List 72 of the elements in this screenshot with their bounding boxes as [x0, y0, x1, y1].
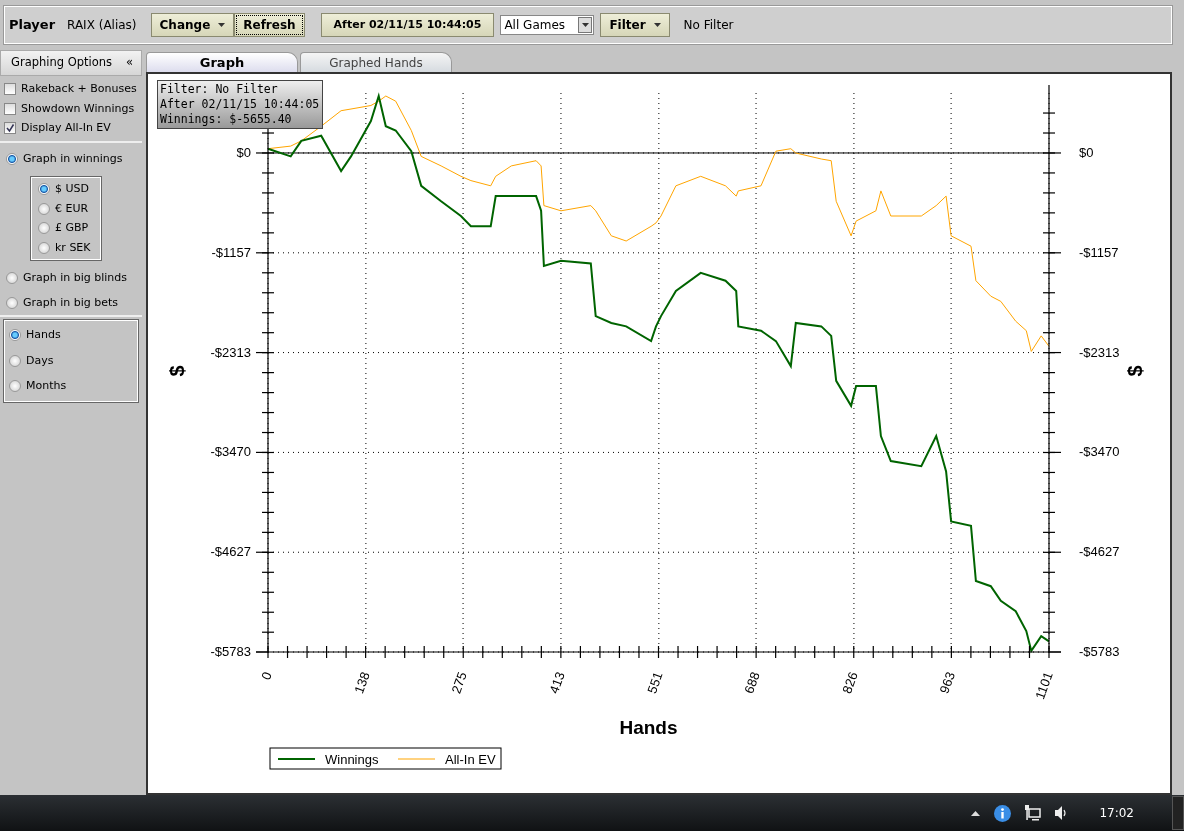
y-axis-title: $: [1124, 365, 1146, 377]
network-icon[interactable]: [1025, 805, 1042, 821]
radio-button[interactable]: [6, 272, 18, 285]
toolbar-button[interactable]: After 02/11/15 10:44:05: [320, 13, 495, 37]
filter-status: No Filter: [683, 17, 734, 34]
x-tick-label: 0: [258, 669, 275, 682]
radio-button[interactable]: [38, 222, 50, 235]
radio-option[interactable]: kr SEK: [38, 239, 94, 256]
radio-button[interactable]: [38, 183, 50, 196]
speaker-icon[interactable]: [1055, 806, 1068, 820]
radio-button[interactable]: [6, 152, 18, 165]
legend-label: All-In EV: [445, 752, 496, 767]
y-tick-label: -$4627: [1079, 544, 1120, 560]
x-tick-label: 963: [936, 669, 958, 696]
y-tick-label: -$2313: [1079, 344, 1120, 360]
y-tick-label: -$5783: [1079, 644, 1120, 659]
radio-button[interactable]: [38, 241, 50, 254]
tooltip: Filter: No Filter After 02/11/15 10:44:05 Winnings: $-5655.40: [157, 80, 323, 129]
show-desktop-button[interactable]: [1172, 796, 1184, 830]
y-tick-label: -$3470: [210, 444, 251, 460]
y-tick-label: -$1157: [211, 244, 251, 260]
legend-label: Winnings: [325, 752, 379, 767]
y-tick-label: -$3470: [1079, 444, 1120, 460]
toolbar-button[interactable]: Refresh: [234, 13, 305, 37]
game-select[interactable]: All Games: [500, 15, 595, 35]
radio-option[interactable]: Graph in big bets: [6, 294, 142, 311]
radio-option[interactable]: Graph in big blinds: [6, 270, 142, 287]
filter-button[interactable]: Filter: [600, 13, 670, 37]
toolbar-button[interactable]: Change: [150, 13, 235, 37]
y-axis-title: $: [166, 365, 188, 377]
checkbox[interactable]: Rakeback + Bonuses: [4, 81, 142, 98]
x-axis-title: Hands: [619, 717, 678, 738]
info-icon[interactable]: [994, 804, 1012, 822]
x-tick-label: 688: [741, 669, 763, 696]
checkbox-box[interactable]: [4, 122, 16, 135]
radio-button[interactable]: [38, 202, 50, 215]
radio-option[interactable]: £ GBP: [38, 220, 94, 237]
x-tick-label: 275: [448, 669, 470, 696]
radio-option[interactable]: Hands: [9, 327, 133, 344]
y-tick-label: -$1157: [1079, 244, 1119, 260]
panel-title: Graphing Options: [11, 54, 113, 72]
radio-option[interactable]: Months: [9, 378, 133, 395]
radio-button[interactable]: [9, 380, 21, 393]
checkbox[interactable]: Display All-In EV: [4, 120, 142, 137]
y-tick-label: $0: [1079, 144, 1094, 160]
radio-button[interactable]: [9, 354, 21, 367]
radio-button[interactable]: [6, 296, 18, 309]
show-hidden-icons-icon[interactable]: [971, 810, 981, 816]
y-tick-label: -$4627: [210, 544, 251, 560]
tab[interactable]: Graphed Hands: [300, 52, 452, 72]
collapse-button[interactable]: «: [125, 54, 133, 72]
x-tick-label: 826: [839, 669, 861, 696]
radio-option[interactable]: Graph in winnings: [6, 150, 142, 167]
x-tick-label: 1101: [1032, 669, 1056, 702]
x-tick-label: 138: [351, 669, 373, 696]
player-name: RAIX (Alias): [67, 17, 137, 34]
radio-option[interactable]: $ USD: [38, 181, 94, 198]
y-tick-label: -$5783: [210, 644, 251, 659]
x-tick-label: 551: [644, 669, 666, 696]
checkbox[interactable]: Showdown Winnings: [4, 100, 142, 117]
tab[interactable]: Graph: [146, 52, 298, 72]
checkbox-box[interactable]: [4, 102, 16, 115]
clock[interactable]: 17:02: [1099, 804, 1134, 822]
x-tick-label: 413: [546, 669, 568, 696]
radio-option[interactable]: Days: [9, 352, 133, 369]
caret-icon: [581, 23, 589, 27]
y-tick-label: -$2313: [210, 344, 251, 360]
radio-option[interactable]: € EUR: [38, 200, 94, 217]
y-tick-label: $0: [236, 144, 251, 160]
radio-button[interactable]: [9, 329, 21, 342]
checkbox-box[interactable]: [4, 83, 16, 96]
player-label: Player: [9, 16, 56, 35]
